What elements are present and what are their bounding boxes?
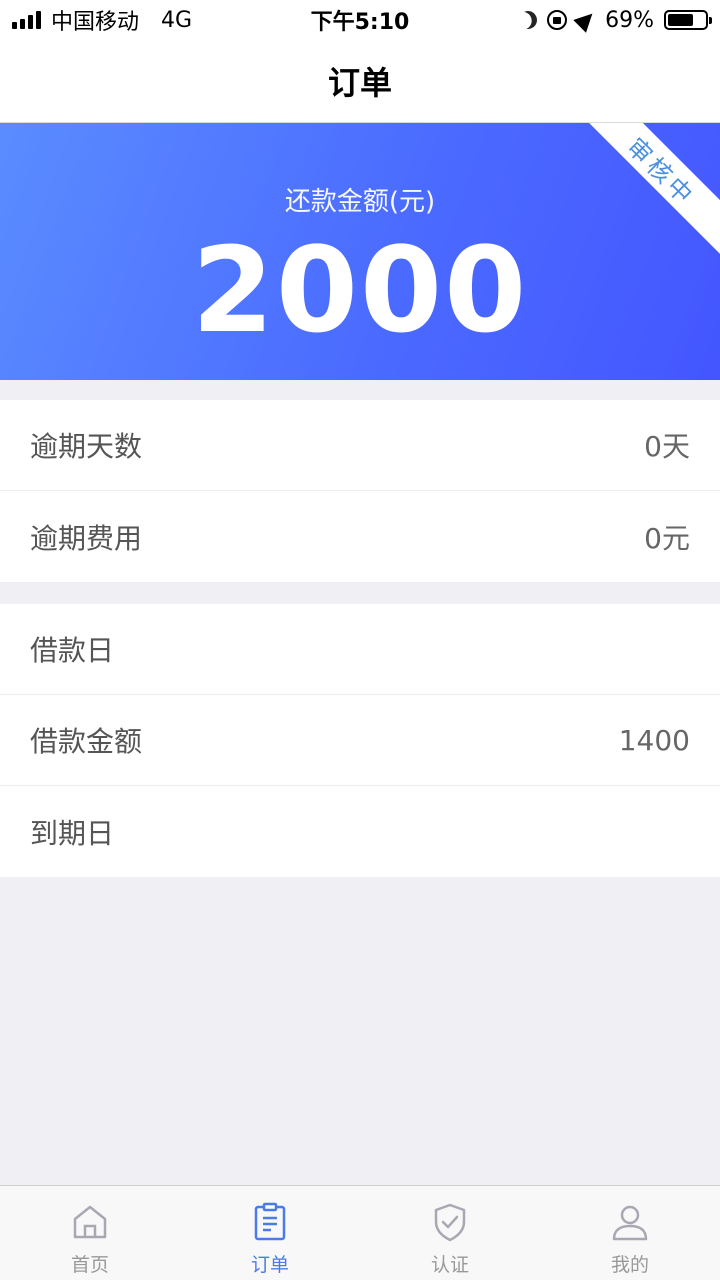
status-bar: 中国移动 4G 下午5:10 69% xyxy=(0,0,720,40)
battery-icon xyxy=(664,10,712,30)
tab-verify[interactable]: 认证 xyxy=(360,1186,540,1280)
loan-section: 借款日 借款金额 1400 到期日 xyxy=(0,604,720,877)
clipboard-icon xyxy=(254,1202,286,1241)
overdue-section: 逾期天数 0天 逾期费用 0元 xyxy=(0,400,720,582)
tab-home[interactable]: 首页 xyxy=(0,1186,180,1280)
nav-bar: 订单 xyxy=(0,40,720,123)
tab-orders[interactable]: 订单 xyxy=(180,1186,360,1280)
row-label: 逾期费用 xyxy=(30,521,143,555)
repayment-label: 还款金额(元) xyxy=(284,187,436,217)
row-value: 1400 xyxy=(618,723,690,757)
row-label: 借款日 xyxy=(30,634,115,667)
do-not-disturb-icon xyxy=(516,8,541,33)
row-overdue-days: 逾期天数 0天 xyxy=(0,400,720,491)
status-left: 中国移动 4G xyxy=(12,4,192,36)
carrier-name: 中国移动 xyxy=(51,10,140,35)
row-value: 0元 xyxy=(644,521,690,555)
page-title: 订单 xyxy=(327,64,392,102)
tab-bar: 首页 订单 认证 我的 xyxy=(0,1185,720,1280)
tab-label: 认证 xyxy=(430,1254,469,1276)
tab-mine[interactable]: 我的 xyxy=(540,1186,720,1280)
repayment-amount: 2000 xyxy=(191,221,529,359)
tab-label: 订单 xyxy=(250,1254,289,1276)
status-right: 69% xyxy=(516,7,712,33)
row-label: 借款金额 xyxy=(30,725,143,758)
shield-check-icon xyxy=(434,1203,466,1242)
rotation-lock-icon xyxy=(547,10,568,30)
tab-label: 首页 xyxy=(70,1254,109,1276)
battery-fill xyxy=(668,14,693,26)
row-due-date: 到期日 xyxy=(0,786,720,877)
row-label: 到期日 xyxy=(30,816,115,850)
row-loan-date: 借款日 xyxy=(0,604,720,695)
battery-percent: 69% xyxy=(605,7,654,33)
tab-label: 我的 xyxy=(610,1254,649,1276)
location-icon xyxy=(573,7,599,33)
signal-icon xyxy=(12,11,41,29)
home-icon xyxy=(73,1205,107,1239)
repayment-banner: 还款金额(元) 2000 审核中 xyxy=(0,123,720,380)
row-overdue-fee: 逾期费用 0元 xyxy=(0,491,720,582)
user-icon xyxy=(612,1205,648,1241)
row-value: 0天 xyxy=(644,430,690,463)
row-loan-amount: 借款金额 1400 xyxy=(0,695,720,786)
row-label: 逾期天数 xyxy=(30,430,143,463)
network-type: 4G xyxy=(161,7,193,33)
